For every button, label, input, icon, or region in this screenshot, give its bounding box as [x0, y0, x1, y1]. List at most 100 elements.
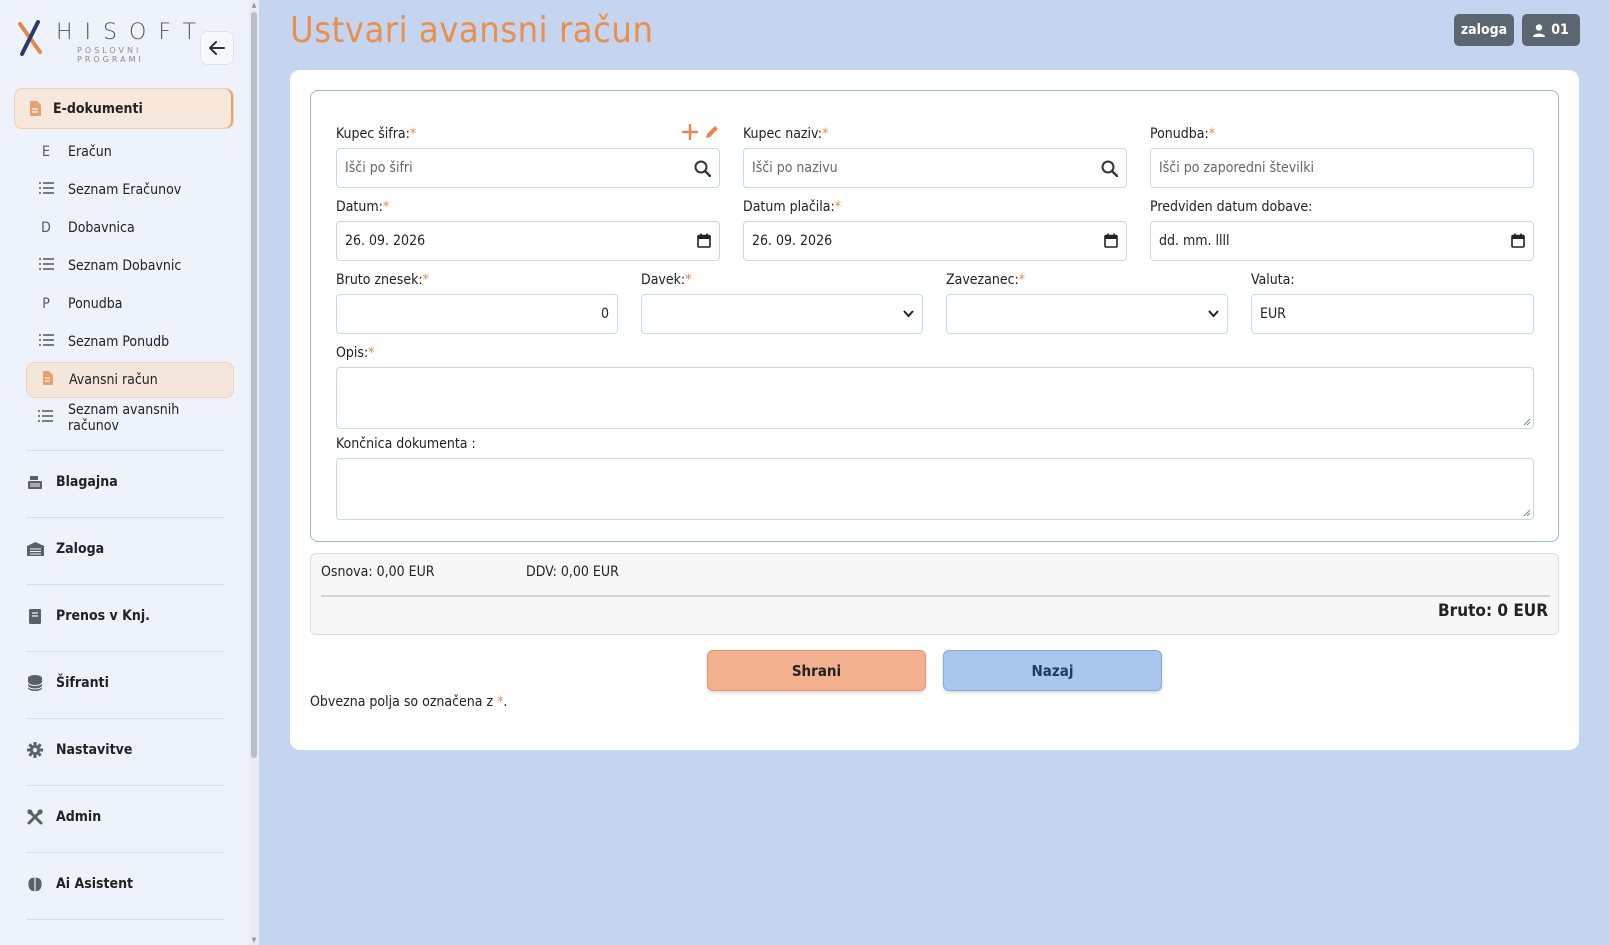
sidebar: HISOFT POSLOVNI PROGRAMI E-dokumenti E E…: [0, 0, 259, 945]
pencil-icon[interactable]: [704, 124, 720, 140]
save-button[interactable]: Shrani: [707, 650, 926, 691]
letter-p-icon: P: [42, 296, 50, 312]
user-button[interactable]: 01: [1522, 14, 1580, 46]
list-icon: [38, 258, 54, 274]
resize-grip-icon[interactable]: [1523, 509, 1531, 517]
datum-input[interactable]: 26. 09. 2026: [336, 221, 720, 261]
divider: [26, 718, 224, 719]
warehouse-icon: [26, 542, 44, 556]
logo-brand: HISOFT: [56, 20, 209, 45]
davek-label: Davek:*: [641, 272, 692, 288]
scrollbar-thumb[interactable]: [251, 12, 257, 758]
sidebar-item-label: Seznam Ponudb: [68, 334, 170, 350]
sidebar-item-label: Eračun: [68, 144, 112, 160]
valuta-input[interactable]: EUR: [1251, 294, 1534, 334]
kupec-naziv-input[interactable]: Išči po nazivu: [743, 148, 1127, 188]
resize-grip-icon[interactable]: [1523, 418, 1531, 426]
gear-icon: [26, 742, 44, 758]
arrow-left-icon: [209, 41, 225, 55]
datum-field: Datum:* 26. 09. 2026: [336, 197, 720, 261]
datum-placila-input[interactable]: 26. 09. 2026: [743, 221, 1127, 261]
letter-e-icon: E: [42, 144, 50, 160]
sidebar-item-admin[interactable]: Admin: [26, 802, 234, 832]
kupec-tools: [682, 124, 720, 140]
divider: [26, 651, 224, 652]
sidebar-item-eracun[interactable]: E Eračun: [26, 134, 234, 170]
letter-d-icon: D: [41, 220, 51, 236]
divider: [26, 852, 224, 853]
sidebar-item-blagajna[interactable]: Blagajna: [26, 467, 234, 497]
sidebar-item-label: Nastavitve: [56, 742, 133, 758]
sidebar-item-dobavnica[interactable]: D Dobavnica: [26, 210, 234, 246]
form-card: Kupec šifra:* Išči po šifri Kupec naziv:…: [290, 70, 1579, 750]
ponudba-placeholder: Išči po zaporedni številki: [1159, 160, 1315, 176]
bruto-znesek-field: Bruto znesek:* 0: [336, 270, 618, 334]
search-icon[interactable]: [694, 160, 711, 177]
back-button[interactable]: Nazaj: [943, 650, 1162, 691]
sidebar-item-seznam-avansnih-racunov[interactable]: Seznam avansnih računov: [26, 400, 234, 436]
sidebar-item-sifranti[interactable]: Šifranti: [26, 668, 234, 698]
datum-label: Datum:*: [336, 199, 390, 215]
form-box: Kupec šifra:* Išči po šifri Kupec naziv:…: [310, 90, 1559, 542]
sidebar-item-label: Admin: [56, 809, 102, 825]
sidebar-item-label: Blagajna: [56, 474, 118, 490]
sidebar-item-ponudba[interactable]: P Ponudba: [26, 286, 234, 322]
ddv-total: DDV: 0,00 EUR: [526, 564, 619, 580]
sidebar-item-label: Avansni račun: [69, 372, 158, 388]
search-icon[interactable]: [1101, 160, 1118, 177]
sidebar-section-e-dokumenti[interactable]: E-dokumenti: [14, 88, 234, 129]
opis-textarea[interactable]: [336, 367, 1534, 429]
sidebar-item-nastavitve[interactable]: Nastavitve: [26, 735, 234, 765]
koncnica-textarea[interactable]: [336, 458, 1534, 520]
user-button-label: 01: [1551, 22, 1569, 38]
logo-tagline: POSLOVNI PROGRAMI: [77, 46, 144, 64]
sidebar-item-avansni-racun[interactable]: Avansni račun: [26, 362, 234, 398]
sidebar-item-zaloga[interactable]: Zaloga: [26, 534, 234, 564]
sidebar-scrollbar[interactable]: ▲ ▼: [249, 0, 259, 945]
sidebar-item-prenos-v-knj[interactable]: Prenos v Knj.: [26, 601, 234, 631]
logo-mark-icon: [18, 20, 42, 56]
predviden-datum-field: Predviden datum dobave: dd. mm. llll: [1150, 197, 1534, 261]
zavezanec-select[interactable]: [946, 294, 1228, 334]
datum-placila-value: 26. 09. 2026: [752, 233, 833, 249]
brain-icon: [26, 877, 44, 892]
tools-icon: [26, 809, 44, 825]
sidebar-item-label: Seznam avansnih računov: [67, 402, 180, 434]
kupec-naziv-placeholder: Išči po nazivu: [752, 160, 838, 176]
calendar-icon[interactable]: [1104, 233, 1118, 248]
chevron-down-icon: [903, 310, 914, 318]
kupec-sifra-input[interactable]: Išči po šifri: [336, 148, 720, 188]
sidebar-item-seznam-dobavnic[interactable]: Seznam Dobavnic: [26, 248, 234, 284]
sidebar-item-label: Seznam Eračunov: [68, 182, 182, 198]
sidebar-item-ai-asistent[interactable]: Ai Asistent: [26, 869, 234, 899]
scroll-down-icon[interactable]: ▼: [250, 936, 258, 944]
bruto-znesek-input[interactable]: 0: [336, 294, 618, 334]
plus-icon[interactable]: [682, 124, 698, 140]
kupec-sifra-field: Kupec šifra:* Išči po šifri: [336, 124, 720, 188]
opis-label: Opis:*: [336, 345, 375, 361]
collapse-sidebar-button[interactable]: [200, 31, 234, 65]
davek-select[interactable]: [641, 294, 923, 334]
predviden-datum-input[interactable]: dd. mm. llll: [1150, 221, 1534, 261]
valuta-field: Valuta: EUR: [1251, 270, 1534, 334]
list-icon: [38, 410, 54, 426]
cash-register-icon: [26, 475, 44, 489]
zaloga-button[interactable]: zaloga: [1454, 14, 1514, 46]
list-icon: [38, 334, 54, 350]
calendar-icon[interactable]: [697, 233, 711, 248]
note-end: .: [503, 694, 508, 710]
ponudba-input[interactable]: Išči po zaporedni številki: [1150, 148, 1534, 188]
zaloga-button-label: zaloga: [1460, 22, 1508, 38]
calendar-icon[interactable]: [1511, 233, 1525, 248]
zavezanec-field: Zavezanec:*: [946, 270, 1228, 334]
book-icon: [26, 608, 44, 624]
sidebar-item-label: Šifranti: [56, 675, 109, 691]
file-icon: [39, 371, 55, 389]
valuta-label: Valuta:: [1251, 272, 1295, 288]
sidebar-item-seznam-eracunov[interactable]: Seznam Eračunov: [26, 172, 234, 208]
divider: [26, 785, 224, 786]
scroll-up-icon[interactable]: ▲: [250, 1, 258, 9]
predviden-datum-value: dd. mm. llll: [1159, 233, 1230, 249]
sidebar-item-seznam-ponudb[interactable]: Seznam Ponudb: [26, 324, 234, 360]
user-icon: [1533, 23, 1546, 37]
